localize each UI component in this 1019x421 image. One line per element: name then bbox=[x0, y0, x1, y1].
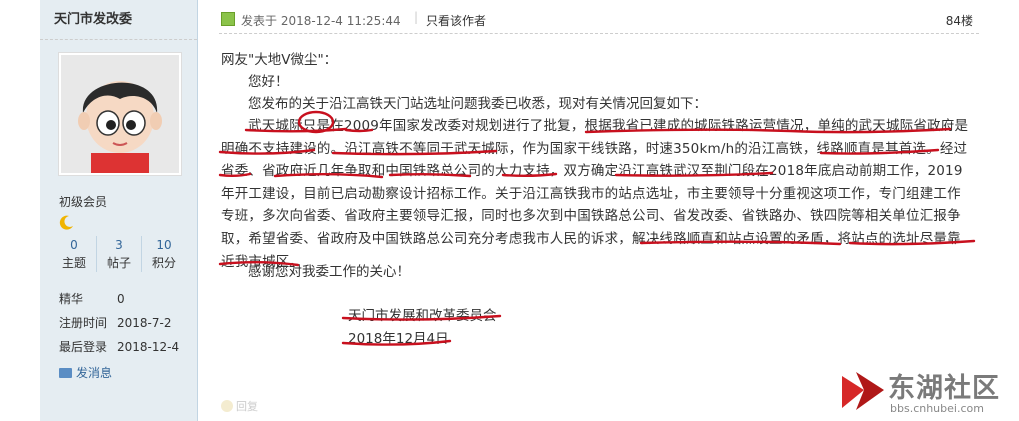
send-message-label: 发消息 bbox=[76, 366, 113, 380]
post-timestamp: 发表于 2018-12-4 11:25:44 bbox=[241, 14, 401, 28]
avatar-image bbox=[61, 55, 179, 173]
closing-line: 感谢您对我委工作的关心！ bbox=[248, 264, 410, 280]
reply-button[interactable]: 回复 bbox=[221, 398, 258, 414]
stat-points[interactable]: 10 积分 bbox=[142, 236, 186, 272]
greeting-line: 您好！ bbox=[248, 74, 289, 90]
info-digest: 精华 0 bbox=[59, 290, 125, 307]
divider: | bbox=[414, 10, 419, 24]
send-message-link[interactable]: 发消息 bbox=[59, 364, 112, 381]
stat-label: 帖子 bbox=[106, 256, 131, 270]
info-value: 2018-7-2 bbox=[117, 316, 172, 330]
info-key: 精华 bbox=[59, 292, 84, 306]
cnhubei-logo-icon bbox=[842, 372, 884, 410]
paragraph-line: 取，希望省委、省政府及中国铁路总公司充分考虑我市人民的诉求，解决线路顺直和站点设… bbox=[221, 230, 961, 247]
signature-org: 天门市发展和改革委员会 bbox=[348, 308, 497, 324]
stat-value: 3 bbox=[115, 238, 123, 252]
paragraph-line: 武天城际只是在2009年国家发改委对规划进行了批复，根据我省已建成的城际铁路运营… bbox=[248, 118, 969, 134]
salutation-line: 网友"大地V微尘"： bbox=[221, 52, 338, 68]
watermark-url: bbs.cnhubei.com bbox=[890, 402, 984, 415]
stat-posts[interactable]: 3 帖子 bbox=[97, 236, 142, 272]
watermark-name: 东湖社区 bbox=[888, 373, 1000, 404]
author-panel: 天门市发改委 初级会员 0 主题 3 帖子 10 积分 精华 0 注册时间 20… bbox=[40, 0, 198, 421]
signature-date: 2018年12月4日 bbox=[348, 331, 449, 347]
floor-number[interactable]: 84楼 bbox=[946, 12, 973, 29]
site-watermark: 东湖社区 bbs.cnhubei.com bbox=[838, 366, 1018, 421]
stat-label: 主题 bbox=[61, 256, 86, 270]
paragraph-line: 明确不支持建设的。沿江高铁不等同于武天城际，作为国家干线铁路，时速350km/h… bbox=[221, 140, 968, 157]
avatar[interactable] bbox=[58, 52, 182, 176]
reply-label: 回复 bbox=[236, 400, 258, 413]
paragraph-line: 专班，多次向省委、省政府主要领导汇报，同时也多次到中国铁路总公司、省发改委、省铁… bbox=[221, 208, 961, 225]
info-registered: 注册时间 2018-7-2 bbox=[59, 314, 171, 331]
stat-value: 10 bbox=[156, 238, 172, 252]
info-value: 0 bbox=[117, 292, 125, 306]
stat-value: 0 bbox=[70, 238, 78, 252]
user-stats: 0 主题 3 帖子 10 积分 bbox=[52, 236, 186, 272]
paragraph-line: 省委、省政府近几年争取和中国铁路总公司的大力支持，双方确定沿江高铁武汉至荆门段在… bbox=[221, 163, 963, 180]
info-last-login: 最后登录 2018-12-4 bbox=[59, 338, 179, 355]
author-only-link[interactable]: 只看该作者 bbox=[426, 12, 486, 29]
post-header: 发表于 2018-12-4 11:25:44 | 只看该作者 84楼 bbox=[219, 8, 979, 34]
moon-level-icon bbox=[59, 215, 73, 230]
envelope-icon bbox=[59, 368, 72, 378]
online-status-icon bbox=[221, 12, 235, 26]
intro-line: 您发布的关于沿江高铁天门站选址问题我委已收悉，现对有关情况回复如下： bbox=[248, 96, 707, 112]
paragraph-line: 年开工建设，目前已启动勘察设计招标工作。关于沿江高铁我市的站点选址，市主要领导十… bbox=[221, 185, 961, 202]
user-rank: 初级会员 bbox=[59, 195, 108, 209]
info-key: 注册时间 bbox=[59, 316, 108, 330]
reply-paragraph: 武天城际只是在2009年国家发改委对规划进行了批复，根据我省已建成的城际铁路运营… bbox=[221, 116, 981, 272]
info-key: 最后登录 bbox=[59, 340, 108, 354]
stat-label: 积分 bbox=[151, 256, 176, 270]
reply-icon bbox=[221, 400, 233, 412]
author-name[interactable]: 天门市发改委 bbox=[40, 0, 197, 40]
stat-topics[interactable]: 0 主题 bbox=[52, 236, 97, 272]
info-value: 2018-12-4 bbox=[117, 340, 180, 354]
